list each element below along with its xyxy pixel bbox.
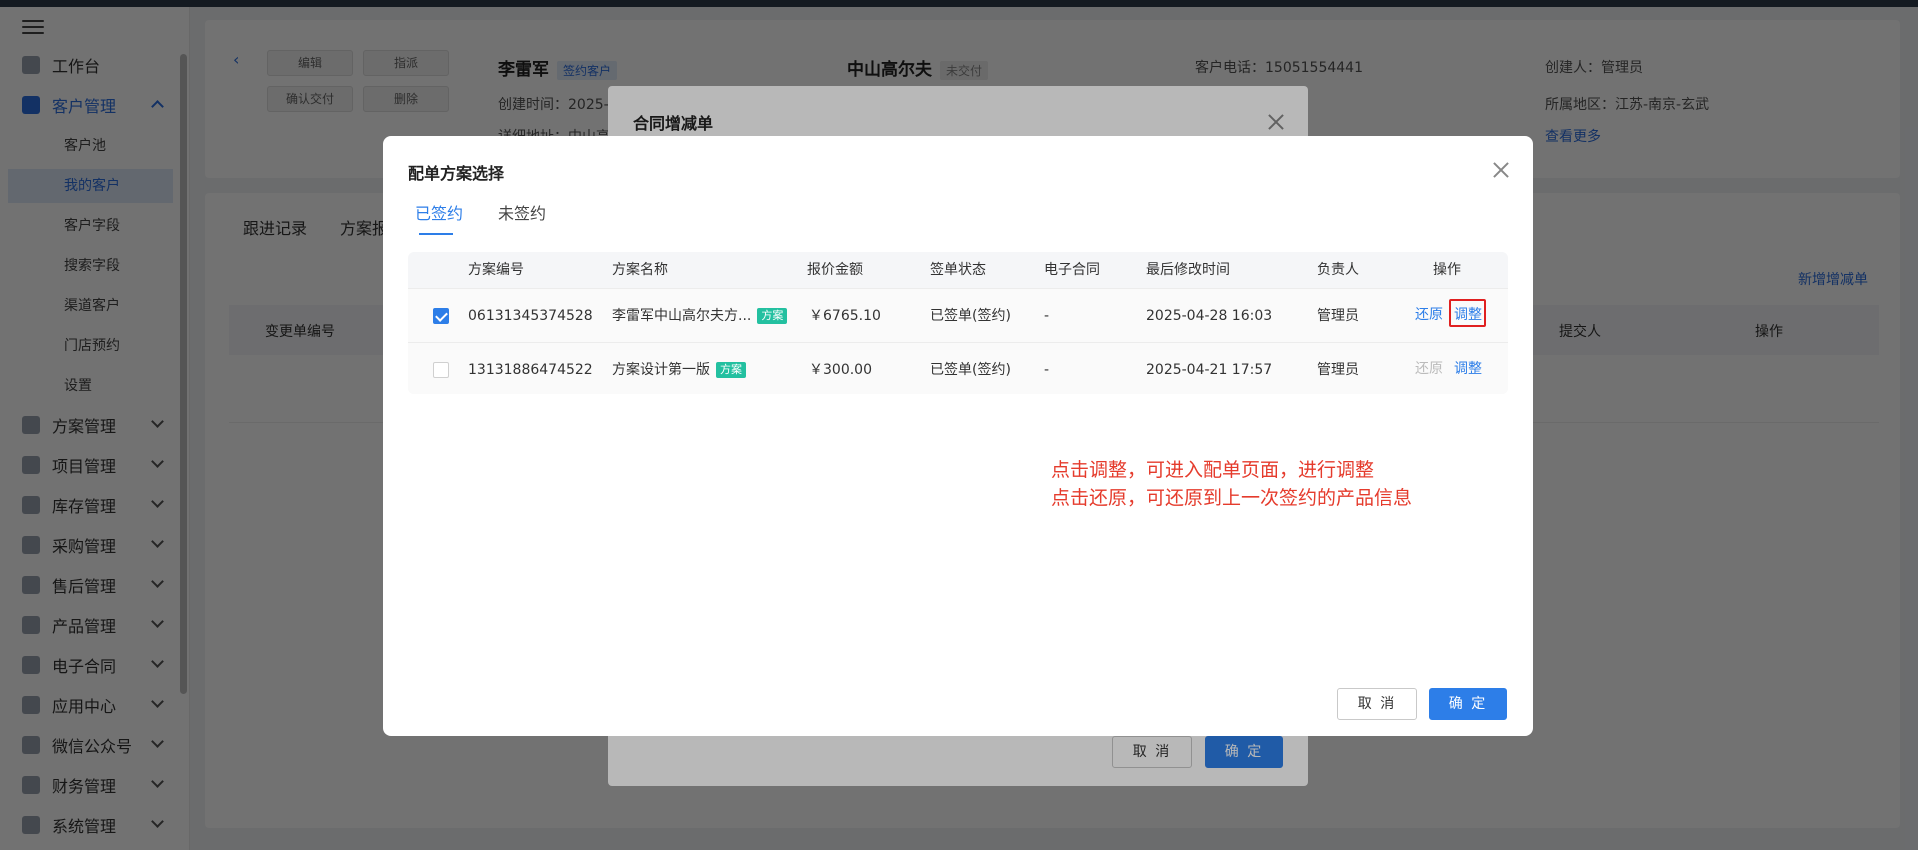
tab-signed[interactable]: 已签约: [415, 200, 463, 224]
table-row[interactable]: 13131886474522 方案设计第一版 方案 ￥300.00 已签单(签约)…: [408, 342, 1508, 394]
col-econtract: 电子合同: [1044, 262, 1100, 278]
plan-amount: ￥6765.10: [809, 308, 881, 324]
sign-status-link[interactable]: 已签单(签约): [930, 343, 1011, 394]
plan-no: 06131345374528: [468, 308, 593, 324]
note-line-restore: 点击还原，可还原到上一次签约的产品信息: [1051, 487, 1413, 509]
adjust-button[interactable]: 调整: [1454, 343, 1482, 394]
tab-unsigned[interactable]: 未签约: [498, 200, 546, 224]
col-plan-no: 方案编号: [468, 262, 524, 278]
plan-badge: 方案: [716, 362, 746, 378]
plan-table: 方案编号 方案名称 报价金额 签单状态 电子合同 最后修改时间 负责人 操作 0…: [408, 252, 1508, 394]
owner: 管理员: [1317, 362, 1359, 378]
tab-active-indicator: [419, 233, 453, 235]
note-line-adjust: 点击调整，可进入配单页面，进行调整: [1051, 459, 1375, 481]
restore-button-disabled: 还原: [1415, 361, 1443, 377]
sign-status-link[interactable]: 已签单(签约): [930, 289, 1011, 343]
econtract-value: -: [1044, 362, 1050, 378]
owner: 管理员: [1317, 308, 1359, 324]
plan-cancel-button[interactable]: 取 消: [1337, 688, 1417, 720]
plan-amount: ￥300.00: [809, 362, 872, 378]
col-operation: 操作: [1433, 262, 1461, 278]
col-modified: 最后修改时间: [1146, 262, 1230, 278]
col-sign-status: 签单状态: [930, 262, 986, 278]
econtract-value: -: [1044, 308, 1050, 324]
table-row[interactable]: 06131345374528 李雷军中山高尔夫方... 方案 ￥6765.10 已…: [408, 288, 1508, 342]
instruction-note: 点击调整，可进入配单页面，进行调整 点击还原，可还原到上一次签约的产品信息: [1051, 456, 1412, 512]
plan-name: 方案设计第一版 方案: [612, 343, 746, 394]
row-checkbox[interactable]: [433, 362, 449, 378]
col-plan-name: 方案名称: [612, 262, 668, 278]
col-amount: 报价金额: [807, 262, 863, 278]
restore-button[interactable]: 还原: [1415, 289, 1443, 343]
plan-no: 13131886474522: [468, 362, 593, 378]
close-icon[interactable]: [1493, 162, 1509, 178]
modified-time: 2025-04-28 16:03: [1146, 308, 1273, 324]
plan-select-dialog: 配单方案选择 已签约 未签约 方案编号 方案名称 报价金额 签单状态 电子合同 …: [383, 136, 1533, 736]
plan-confirm-button[interactable]: 确 定: [1429, 688, 1507, 720]
plan-badge: 方案: [757, 308, 788, 324]
plan-select-title: 配单方案选择: [408, 164, 505, 183]
plan-name: 李雷军中山高尔夫方... 方案: [612, 289, 788, 343]
adjust-highlight-box: [1449, 299, 1486, 327]
row-checkbox[interactable]: [433, 308, 449, 324]
modified-time: 2025-04-21 17:57: [1146, 362, 1273, 378]
col-owner: 负责人: [1317, 262, 1359, 278]
